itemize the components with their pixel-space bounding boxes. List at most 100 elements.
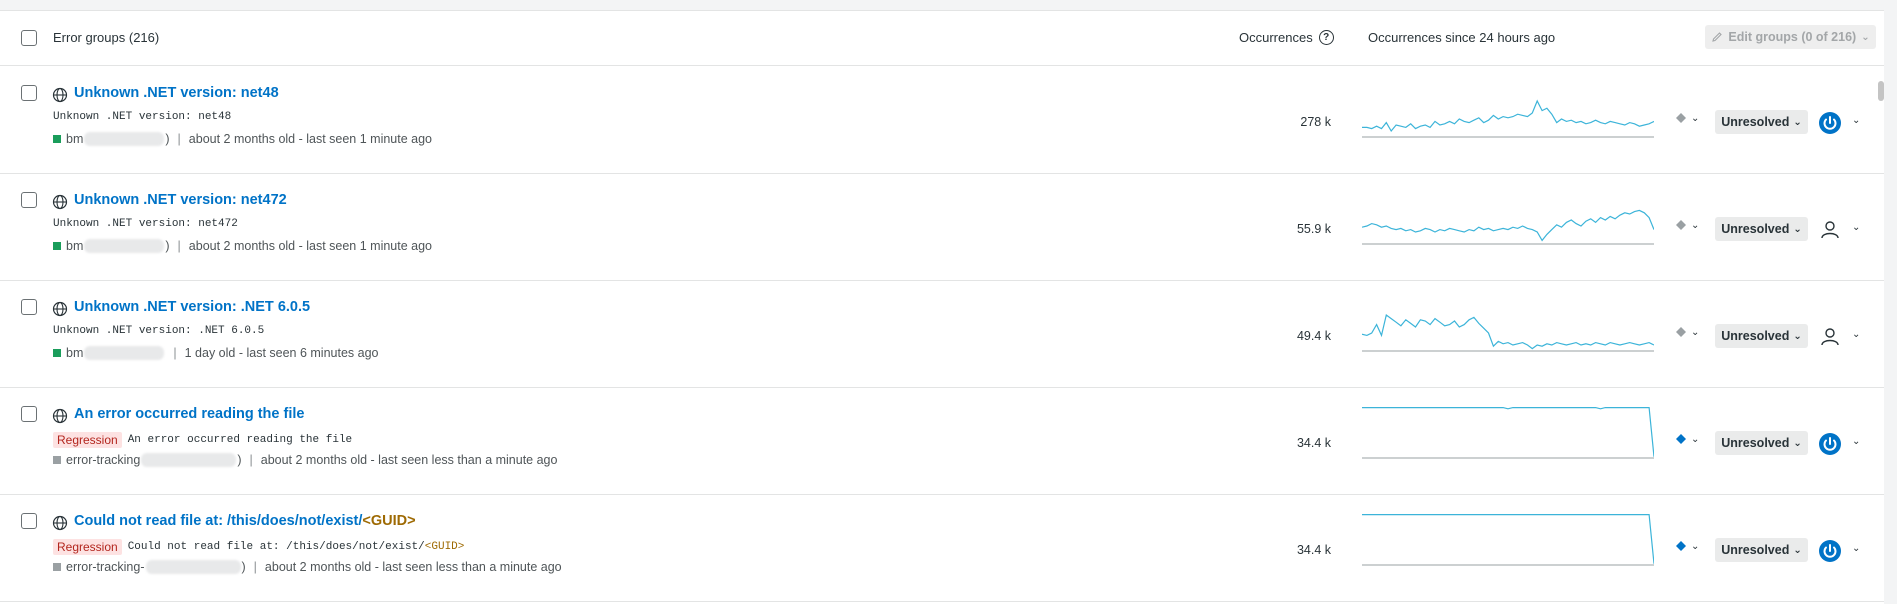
priority-dropdown[interactable]: ⌄ xyxy=(1675,112,1699,124)
priority-dropdown[interactable]: ⌄ xyxy=(1675,540,1699,552)
chevron-down-icon: ⌄ xyxy=(1691,219,1700,231)
select-all-checkbox[interactable] xyxy=(21,30,37,46)
priority-dropdown[interactable]: ⌄ xyxy=(1675,433,1699,445)
chevron-down-icon: ⌄ xyxy=(1861,31,1870,43)
occurrence-count: 34.4 k xyxy=(1296,436,1331,450)
error-group-title-link[interactable]: Unknown .NET version: net48 xyxy=(74,85,279,101)
occurrence-count: 49.4 k xyxy=(1296,329,1331,343)
regression-badge: Regression xyxy=(53,432,122,448)
row-checkbox[interactable] xyxy=(21,192,37,208)
table-row[interactable]: Unknown .NET version: net48 Unknown .NET… xyxy=(0,67,1884,174)
age-text: about 2 months old - last seen less than… xyxy=(264,560,562,574)
chevron-down-icon: ⌄ xyxy=(1793,544,1802,556)
occurrences-header: Occurrences ? xyxy=(1239,30,1334,45)
age-text: about 2 months old - last seen 1 minute … xyxy=(188,239,433,253)
user-icon[interactable] xyxy=(1818,218,1842,242)
sparkline-series xyxy=(1362,209,1654,242)
error-meta: bm | 1 day old - last seen 6 minutes ago xyxy=(53,346,379,360)
error-groups-title: Error groups (216) xyxy=(53,30,160,45)
globe-icon xyxy=(52,194,68,210)
occurrence-count: 55.9 k xyxy=(1296,222,1331,236)
error-message: Unknown .NET version: .NET 6.0.5 xyxy=(53,325,265,337)
error-meta: error-tracking ) | about 2 months old - … xyxy=(53,453,557,467)
occurrences-sparkline xyxy=(1362,406,1654,459)
error-groups-panel: Error groups (216) Occurrences ? Occurre… xyxy=(0,10,1884,604)
priority-diamond-icon xyxy=(1676,434,1686,444)
environment-indicator xyxy=(53,563,61,571)
status-dropdown[interactable]: Unresolved ⌄ xyxy=(1715,110,1808,134)
scrollbar[interactable] xyxy=(1878,81,1884,101)
age-text: about 2 months old - last seen 1 minute … xyxy=(188,132,433,146)
priority-diamond-icon xyxy=(1676,220,1686,230)
chevron-down-icon[interactable]: ⌄ xyxy=(1852,329,1860,340)
priority-diamond-icon xyxy=(1676,541,1686,551)
occurrences-sparkline xyxy=(1362,209,1654,245)
help-icon[interactable]: ? xyxy=(1318,30,1334,45)
error-group-title-link[interactable]: Could not read file at: /this/does/not/e… xyxy=(74,513,416,529)
assignee-avatar[interactable] xyxy=(1818,539,1842,563)
chevron-down-icon[interactable]: ⌄ xyxy=(1852,115,1860,126)
divider: | xyxy=(253,560,257,574)
chevron-down-icon: ⌄ xyxy=(1691,433,1700,445)
divider: | xyxy=(177,132,181,146)
row-checkbox[interactable] xyxy=(21,299,37,315)
pencil-icon xyxy=(1712,32,1723,42)
occurrences-since-header: Occurrences since 24 hours ago xyxy=(1368,30,1556,45)
regression-badge: Regression xyxy=(53,539,122,555)
table-row[interactable]: An error occurred reading the file Regre… xyxy=(0,388,1884,495)
sparkline-series xyxy=(1362,313,1654,350)
status-label: Unresolved xyxy=(1721,436,1790,450)
error-meta: bm ) | about 2 months old - last seen 1 … xyxy=(53,239,432,253)
chevron-down-icon[interactable]: ⌄ xyxy=(1852,436,1860,447)
user-icon[interactable] xyxy=(1818,325,1842,349)
chevron-down-icon: ⌄ xyxy=(1793,116,1802,128)
assignee-avatar[interactable] xyxy=(1818,111,1842,135)
error-group-title-link[interactable]: An error occurred reading the file xyxy=(74,406,304,422)
edit-groups-button[interactable]: Edit groups (0 of 216) ⌄ xyxy=(1705,25,1876,49)
age-text: about 2 months old - last seen less than… xyxy=(260,453,558,467)
error-group-title-link[interactable]: Unknown .NET version: net472 xyxy=(74,192,287,208)
priority-dropdown[interactable]: ⌄ xyxy=(1675,219,1699,231)
occurrences-sparkline xyxy=(1362,513,1654,566)
status-label: Unresolved xyxy=(1721,329,1790,343)
table-row[interactable]: Unknown .NET version: .NET 6.0.5 Unknown… xyxy=(0,281,1884,388)
error-message: Regression Could not read file at: /this… xyxy=(53,539,464,555)
chevron-down-icon: ⌄ xyxy=(1793,223,1802,235)
status-dropdown[interactable]: Unresolved ⌄ xyxy=(1715,431,1808,455)
chevron-down-icon: ⌄ xyxy=(1691,326,1700,338)
redacted-text xyxy=(84,239,165,253)
status-dropdown[interactable]: Unresolved ⌄ xyxy=(1715,538,1808,562)
environment-name: error-tracking xyxy=(66,453,141,467)
sparkline-series xyxy=(1362,513,1654,564)
error-group-title-link[interactable]: Unknown .NET version: .NET 6.0.5 xyxy=(74,299,310,315)
globe-icon xyxy=(52,301,68,317)
status-dropdown[interactable]: Unresolved ⌄ xyxy=(1715,324,1808,348)
priority-dropdown[interactable]: ⌄ xyxy=(1675,326,1699,338)
error-message: Unknown .NET version: net48 xyxy=(53,111,232,123)
divider: | xyxy=(249,453,253,467)
list-header: Error groups (216) Occurrences ? Occurre… xyxy=(0,11,1884,66)
chevron-down-icon[interactable]: ⌄ xyxy=(1852,543,1860,554)
error-message: Unknown .NET version: net472 xyxy=(53,218,238,230)
occurrences-sparkline xyxy=(1362,99,1654,138)
chevron-down-icon[interactable]: ⌄ xyxy=(1852,222,1860,233)
status-label: Unresolved xyxy=(1721,222,1790,236)
age-text: 1 day old - last seen 6 minutes ago xyxy=(184,346,379,360)
table-row[interactable]: Unknown .NET version: net472 Unknown .NE… xyxy=(0,174,1884,281)
status-dropdown[interactable]: Unresolved ⌄ xyxy=(1715,217,1808,241)
status-label: Unresolved xyxy=(1721,543,1790,557)
environment-name: bm xyxy=(66,239,84,253)
redacted-text xyxy=(141,453,237,467)
redacted-text xyxy=(145,560,241,574)
globe-icon xyxy=(52,87,68,103)
environment-indicator xyxy=(53,135,61,143)
environment-indicator xyxy=(53,242,61,250)
priority-diamond-icon xyxy=(1676,327,1686,337)
row-checkbox[interactable] xyxy=(21,85,37,101)
occurrences-label: Occurrences xyxy=(1239,30,1313,45)
table-row[interactable]: Could not read file at: /this/does/not/e… xyxy=(0,495,1884,602)
row-checkbox[interactable] xyxy=(21,513,37,529)
assignee-avatar[interactable] xyxy=(1818,432,1842,456)
status-label: Unresolved xyxy=(1721,115,1790,129)
row-checkbox[interactable] xyxy=(21,406,37,422)
